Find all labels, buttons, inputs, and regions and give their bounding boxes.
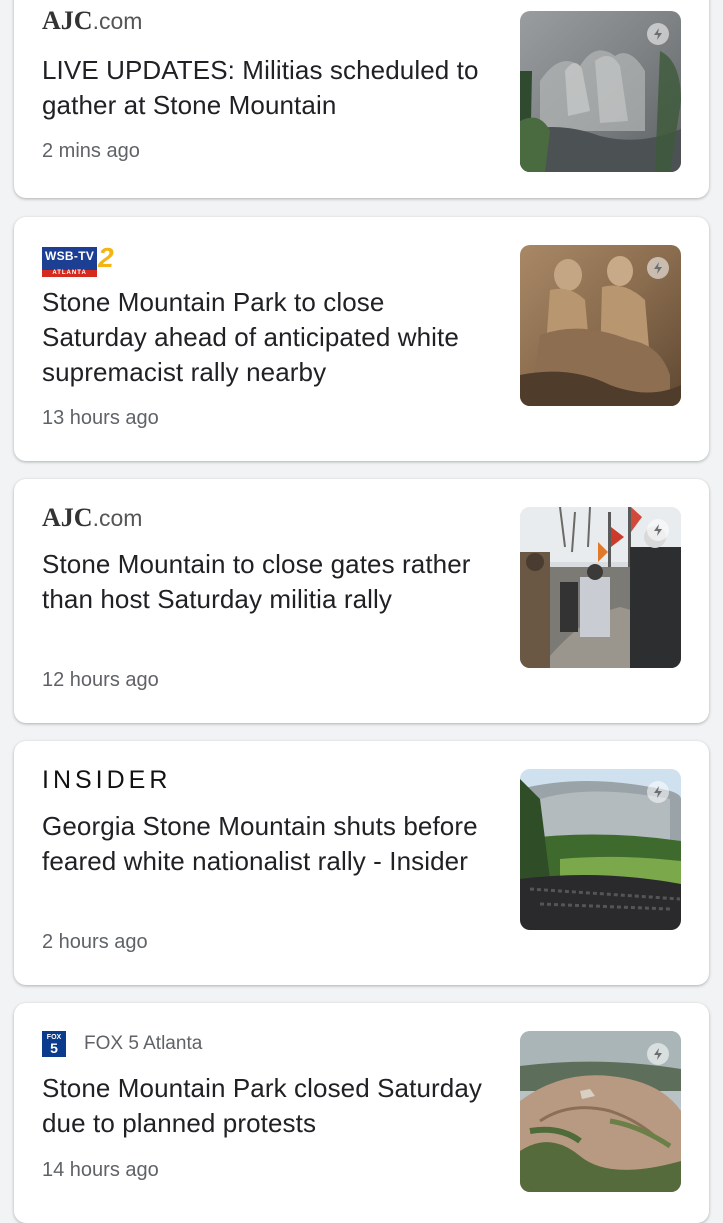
timestamp: 14 hours ago <box>42 1159 159 1181</box>
publisher-name: AJC <box>42 6 93 35</box>
amp-lightning-icon <box>647 1043 669 1065</box>
headline-link[interactable]: Georgia Stone Mountain shuts before fear… <box>42 809 492 879</box>
publisher-channel-number: 2 <box>98 242 114 273</box>
timestamp: 13 hours ago <box>42 407 159 429</box>
article-thumbnail[interactable] <box>520 507 681 668</box>
timestamp: 2 mins ago <box>42 140 140 162</box>
article-thumbnail[interactable] <box>520 769 681 930</box>
publisher-logo-wsb: WSB-TV ATLANTA 2 <box>42 242 114 277</box>
publisher-logo-fox5: FOX 5 FOX 5 Atlanta <box>42 1029 202 1059</box>
publisher-sub: ATLANTA <box>42 269 98 277</box>
headline-link[interactable]: Stone Mountain Park closed Saturday due … <box>42 1071 492 1141</box>
publisher-name: WSB-TV <box>45 248 95 263</box>
amp-lightning-icon <box>647 257 669 279</box>
news-card[interactable]: FOX 5 FOX 5 Atlanta Stone Mountain Park … <box>14 1003 709 1223</box>
news-card[interactable]: AJC.com LIVE UPDATES: Militias scheduled… <box>14 0 709 198</box>
amp-lightning-icon <box>647 23 669 45</box>
article-thumbnail[interactable] <box>520 11 681 172</box>
timestamp: 2 hours ago <box>42 931 148 953</box>
amp-lightning-icon <box>647 781 669 803</box>
headline-link[interactable]: LIVE UPDATES: Militias scheduled to gath… <box>42 53 492 123</box>
publisher-suffix: .com <box>92 8 143 34</box>
news-card[interactable]: INSIDER Georgia Stone Mountain shuts bef… <box>14 741 709 985</box>
publisher-suffix: .com <box>92 505 143 531</box>
publisher-name: AJC <box>42 503 93 532</box>
news-card[interactable]: WSB-TV ATLANTA 2 Stone Mountain Park to … <box>14 217 709 461</box>
article-thumbnail[interactable] <box>520 245 681 406</box>
news-card[interactable]: AJC.com Stone Mountain to close gates ra… <box>14 479 709 723</box>
publisher-logo-ajc: AJC.com <box>42 503 142 533</box>
headline-link[interactable]: Stone Mountain to close gates rather tha… <box>42 547 492 617</box>
amp-lightning-icon <box>647 519 669 541</box>
fox5-logo-icon: FOX 5 <box>42 1031 66 1057</box>
publisher-name: FOX 5 Atlanta <box>84 1033 203 1054</box>
publisher-name: INSIDER <box>42 765 172 794</box>
article-thumbnail[interactable] <box>520 1031 681 1192</box>
publisher-logo-ajc: AJC.com <box>42 6 142 36</box>
headline-link[interactable]: Stone Mountain Park to close Saturday ah… <box>42 285 492 390</box>
fox-logo-number: 5 <box>50 1039 58 1056</box>
publisher-logo-insider: INSIDER <box>42 765 171 795</box>
wsb-box: WSB-TV ATLANTA <box>42 246 98 277</box>
timestamp: 12 hours ago <box>42 669 159 691</box>
